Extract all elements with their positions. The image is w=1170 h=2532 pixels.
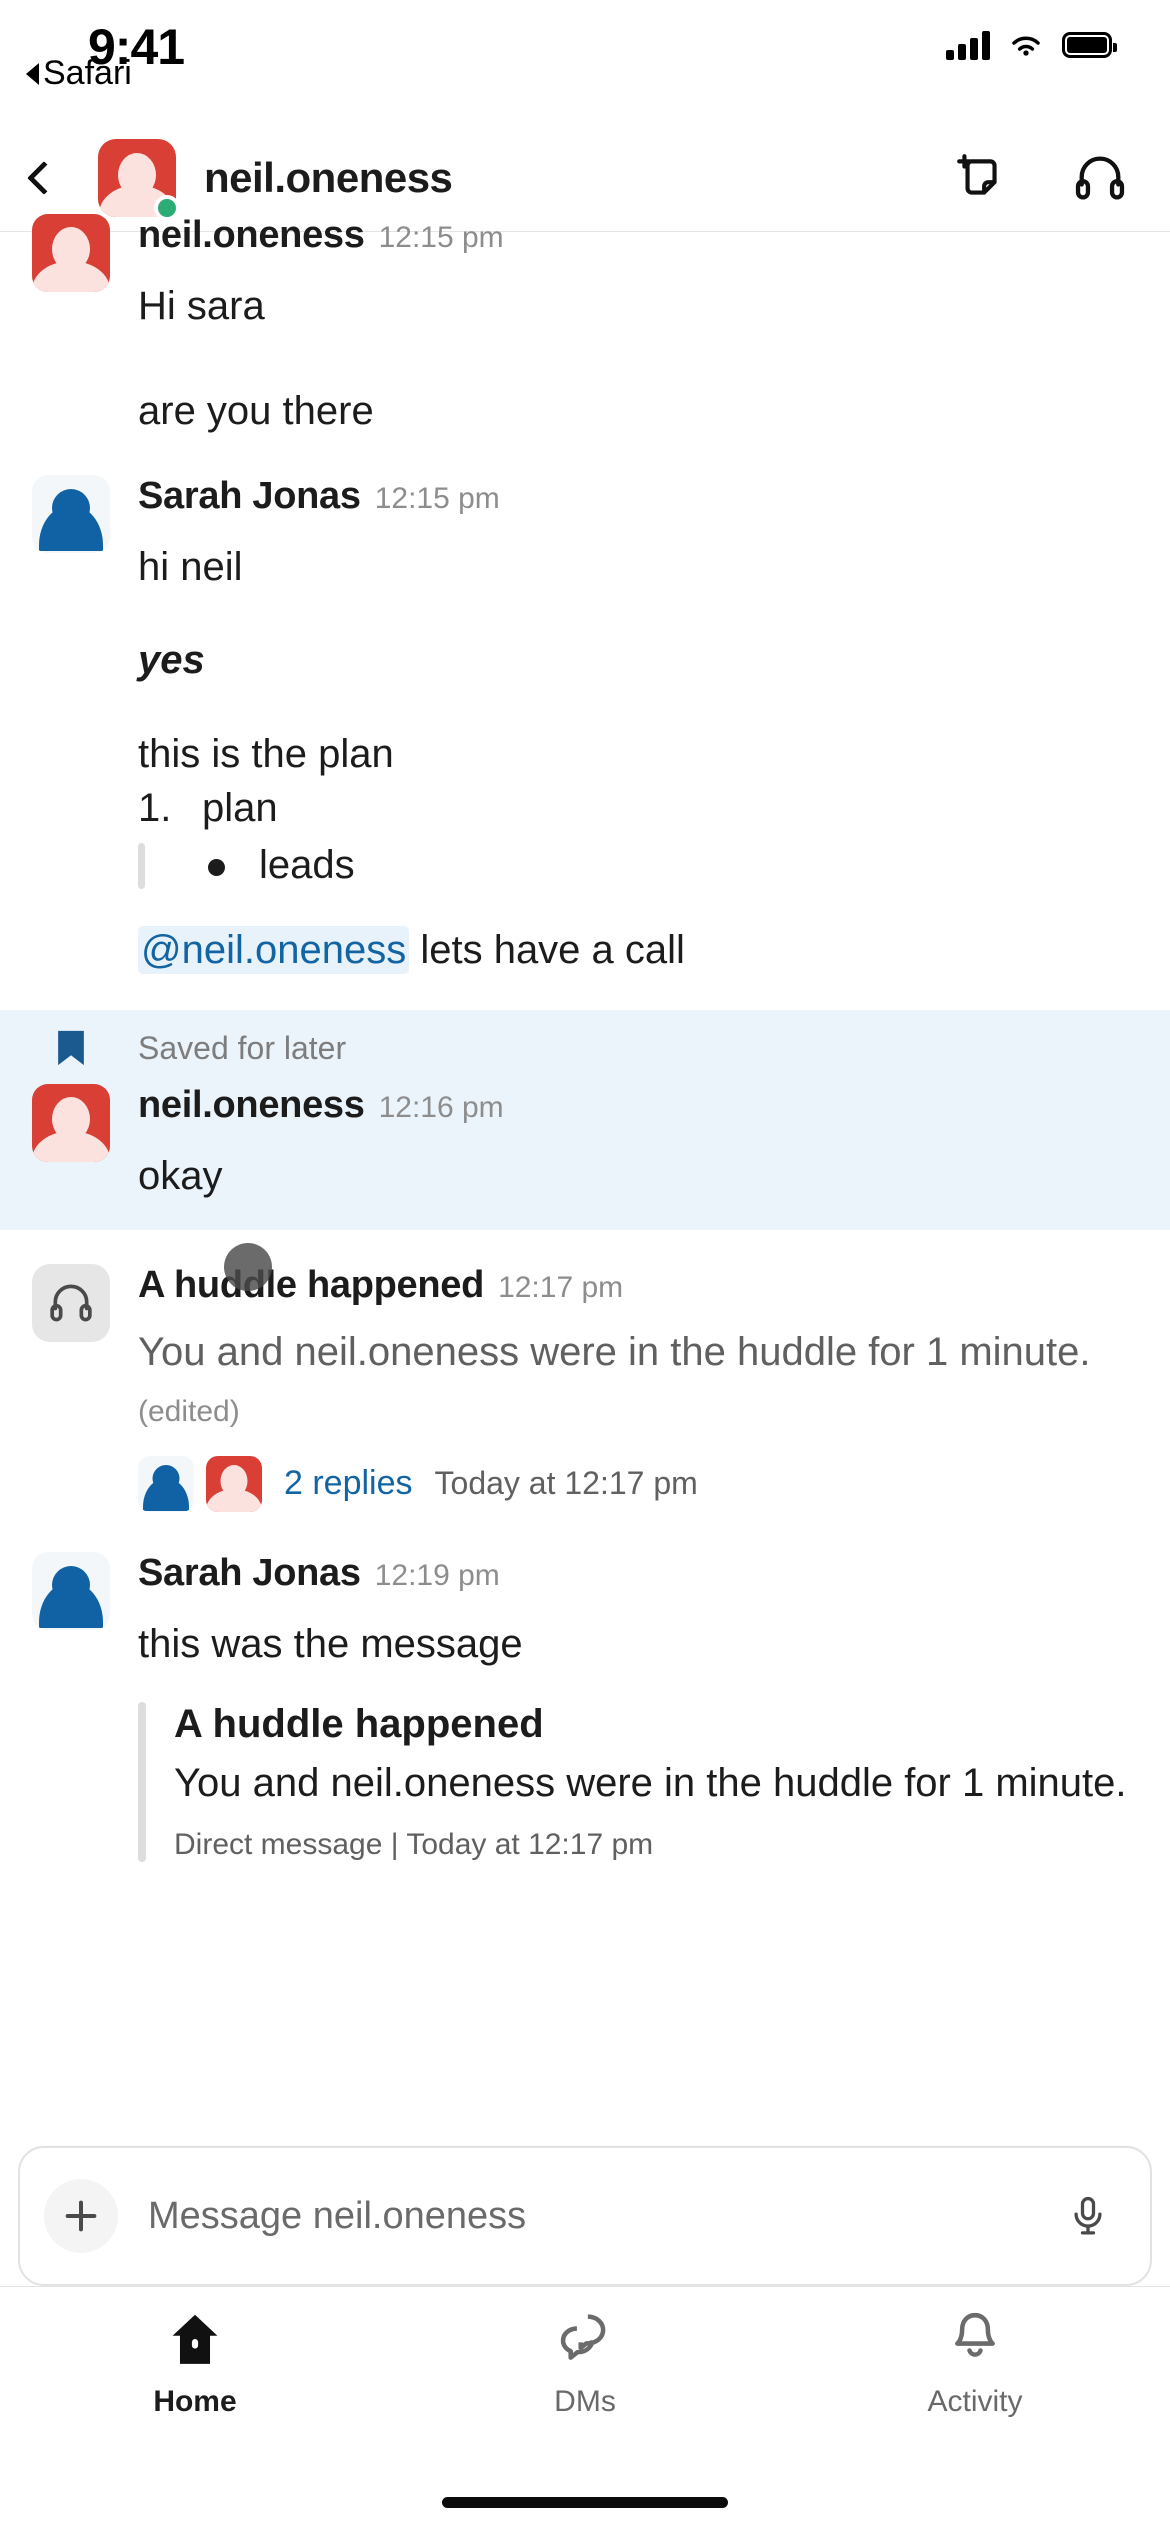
huddle-message-row[interactable]: A huddle happened 12:17 pm You and neil.… <box>0 1264 1170 1512</box>
thread-replies-link[interactable]: 2 replies <box>284 1464 413 1503</box>
tab-dms-label: DMs <box>554 2385 616 2418</box>
message-continuation-row[interactable]: are you there <box>0 384 1170 439</box>
quoted-message-attachment[interactable]: A huddle happened You and neil.oneness w… <box>138 1701 1138 1863</box>
user-avatar-icon <box>138 1455 194 1512</box>
huddle-summary-body: You and neil.oneness were in the huddle … <box>138 1330 1091 1375</box>
bookmark-icon <box>32 1028 110 1068</box>
huddle-summary-text: You and neil.oneness were in the huddle … <box>138 1325 1138 1435</box>
thread-replies-row[interactable]: 2 replies Today at 12:17 pm <box>138 1455 1138 1512</box>
dms-icon <box>560 2314 606 2360</box>
bullet-icon <box>208 859 225 877</box>
voice-message-button[interactable] <box>1060 2188 1116 2244</box>
saved-for-later-label: Saved for later <box>138 1029 347 1066</box>
user-avatar-icon <box>32 214 110 292</box>
quote-bar <box>138 1701 146 1863</box>
saved-message-block[interactable]: Saved for later neil.oneness 12:16 pm ok… <box>0 1010 1170 1231</box>
plus-icon <box>65 2200 97 2232</box>
message-text: hi neil <box>138 545 243 590</box>
tab-activity-label: Activity <box>927 2385 1023 2418</box>
message-input[interactable] <box>148 2194 1060 2238</box>
message-text-emphasis: yes <box>138 638 205 683</box>
avatar-spacer <box>32 384 110 439</box>
chevron-left-icon <box>27 160 61 195</box>
message-row[interactable]: Sarah Jonas 12:19 pm this was the messag… <box>0 1551 1170 1863</box>
header-avatar[interactable] <box>92 138 180 221</box>
back-button[interactable] <box>27 160 92 195</box>
tab-activity[interactable]: Activity <box>780 2309 1170 2419</box>
quoted-message-text: You and neil.oneness were in the huddle … <box>174 1760 1127 1805</box>
message-row[interactable]: Sarah Jonas 12:15 pm hi neil yes this is… <box>0 475 1170 978</box>
quoted-message-title: A huddle happened <box>174 1701 544 1746</box>
avatar[interactable] <box>32 1551 110 1863</box>
huddle-button[interactable] <box>1072 150 1128 206</box>
message-text: okay <box>138 1154 223 1199</box>
message-text: Hi sara <box>138 284 265 328</box>
list-item-number: 1. <box>138 785 172 830</box>
saved-for-later-banner: Saved for later <box>0 1028 1170 1084</box>
document-plus-icon <box>957 153 997 195</box>
message-author: neil.oneness <box>138 214 365 256</box>
back-triangle-icon <box>26 62 39 85</box>
message-row[interactable]: neil.oneness 12:16 pm okay <box>0 1084 1170 1204</box>
list-item-label: leads <box>259 843 355 888</box>
touch-indicator <box>224 1243 272 1291</box>
list-item-label: plan <box>202 785 278 830</box>
header-actions <box>952 150 1128 206</box>
message-list[interactable]: neil.oneness 12:15 pm Hi sara are you th… <box>0 214 1170 1863</box>
message-timestamp: 12:19 pm <box>374 1558 500 1592</box>
message-author: Sarah Jonas <box>138 1551 361 1594</box>
tab-home-label: Home <box>153 2385 237 2418</box>
home-icon <box>172 2314 218 2364</box>
thread-participant-avatars <box>138 1455 262 1512</box>
avatar[interactable] <box>32 214 110 384</box>
cellular-signal-icon <box>946 30 990 60</box>
nested-bullet-list: leads <box>138 839 1138 893</box>
home-indicator <box>442 2497 728 2508</box>
avatar[interactable] <box>32 1084 110 1204</box>
back-to-safari-button[interactable]: Safari <box>26 54 132 93</box>
user-mention-link[interactable]: @neil.oneness <box>138 925 410 974</box>
list-item: 1. plan <box>138 782 1138 836</box>
message-timestamp: 12:17 pm <box>498 1271 624 1305</box>
message-text: are you there <box>138 389 374 433</box>
user-avatar-icon <box>32 475 110 554</box>
message-author: neil.oneness <box>138 1084 365 1127</box>
battery-icon <box>1062 32 1117 58</box>
message-text-with-mention: @neil.oneness lets have a call <box>138 923 1138 978</box>
quoted-message-meta: Direct message | Today at 12:17 pm <box>174 1828 654 1862</box>
message-text: this is the plan <box>138 731 394 776</box>
back-to-safari-label: Safari <box>43 54 132 92</box>
bottom-tab-bar[interactable]: Home DMs Activity <box>0 2286 1170 2532</box>
user-avatar-icon <box>206 1455 262 1512</box>
mention-trailing-text: lets have a call <box>409 927 685 972</box>
message-timestamp: 12:15 pm <box>378 221 504 254</box>
headphones-icon <box>1075 156 1125 200</box>
tab-dms[interactable]: DMs <box>390 2309 780 2419</box>
status-bar-indicators <box>946 30 1117 60</box>
message-author: Sarah Jonas <box>138 475 361 518</box>
ios-status-bar: 9:41 Safari <box>0 0 1170 124</box>
message-composer[interactable] <box>0 2146 1170 2286</box>
edited-label: (edited) <box>138 1394 240 1428</box>
list-indent-bar <box>138 843 145 889</box>
message-timestamp: 12:16 pm <box>378 1091 504 1125</box>
headphones-icon <box>32 1264 110 1343</box>
avatar[interactable] <box>32 475 110 978</box>
user-avatar-icon <box>32 1084 110 1163</box>
message-row[interactable]: neil.oneness 12:15 pm Hi sara <box>0 214 1170 384</box>
wifi-icon <box>1012 36 1040 56</box>
user-avatar-icon <box>32 1551 110 1630</box>
thread-last-reply-timestamp: Today at 12:17 pm <box>434 1465 698 1502</box>
ordered-list: 1. plan leads <box>138 782 1138 893</box>
message-timestamp: 12:15 pm <box>374 482 500 516</box>
microphone-icon <box>1074 2196 1102 2235</box>
bell-icon <box>955 2312 995 2357</box>
message-author: A huddle happened <box>138 1264 485 1307</box>
new-canvas-button[interactable] <box>952 150 1008 206</box>
page-title: neil.oneness <box>204 153 453 201</box>
add-attachment-button[interactable] <box>44 2179 118 2253</box>
tab-home[interactable]: Home <box>0 2309 390 2419</box>
huddle-avatar <box>32 1264 110 1511</box>
message-text: this was the message <box>138 1621 523 1666</box>
